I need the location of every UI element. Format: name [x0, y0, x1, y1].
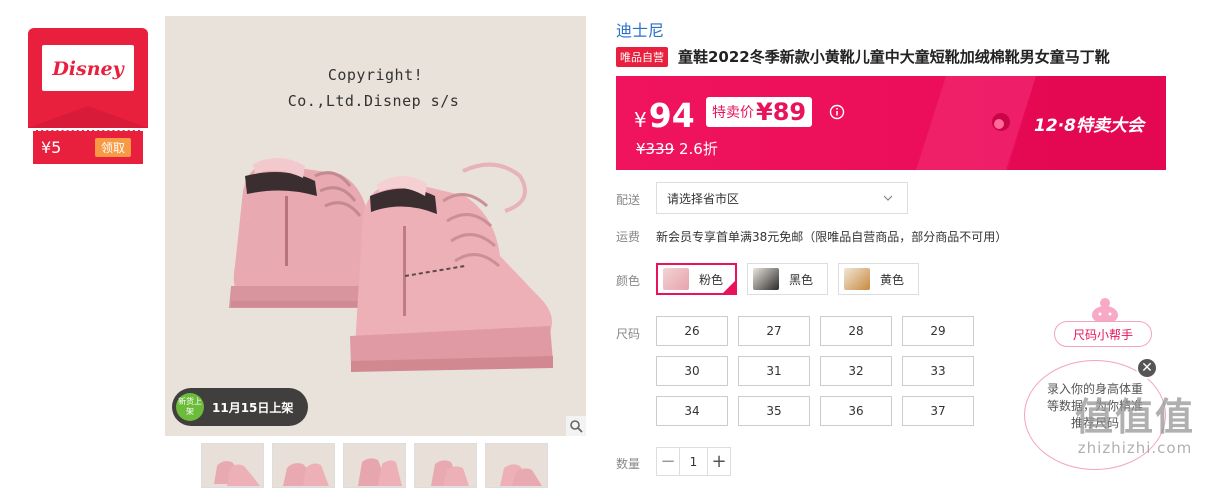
coupon-amount: ¥5 [41, 138, 62, 157]
thumbnail-image [431, 460, 469, 486]
listing-date-badge: 新货上架 11月15日上架 [172, 388, 308, 426]
coupon-header: Disney [28, 28, 148, 128]
black-swatch [753, 268, 779, 290]
freight-label: 运费 [616, 230, 641, 244]
region-select[interactable]: 请选择省市区 [656, 182, 908, 214]
site-watermark: 值值值 zhizhizhi.com [1064, 395, 1206, 457]
color-option-yellow[interactable]: 黄色 [838, 263, 919, 295]
size-label: 尺码 [616, 327, 641, 341]
size-option[interactable]: 28 [820, 316, 892, 346]
delivery-label: 配送 [616, 193, 641, 207]
size-option[interactable]: 27 [738, 316, 810, 346]
main-product-image[interactable]: Copyright! Co.,Ltd.Disnep s/s 新货上架 11月15… [165, 16, 586, 436]
color-label: 颜色 [616, 274, 641, 288]
special-price-value: ¥89 [756, 98, 807, 126]
close-icon[interactable]: ✕ [1136, 357, 1158, 379]
size-option[interactable]: 34 [656, 396, 728, 426]
color-option-label: 粉色 [699, 272, 724, 287]
chevron-down-icon [883, 195, 893, 201]
brand-coupon[interactable]: Disney ¥5 领取 [28, 28, 148, 164]
decrease-button[interactable]: − [657, 448, 679, 475]
freight-text: 新会员专享首单满38元免邮（限唯品自营商品，部分商品不可用） [656, 230, 1008, 244]
color-option-pink[interactable]: 粉色 [656, 263, 737, 295]
image-watermark-line1: Copyright! [327, 66, 424, 84]
current-price: ¥ 94 [634, 96, 695, 135]
size-option[interactable]: 26 [656, 316, 728, 346]
size-option[interactable]: 32 [820, 356, 892, 386]
coupon-footer: ¥5 领取 [33, 130, 143, 164]
size-option[interactable]: 35 [738, 396, 810, 426]
new-arrival-icon: 新货上架 [176, 393, 204, 421]
size-option[interactable]: 33 [902, 356, 974, 386]
increase-button[interactable]: + [708, 448, 730, 475]
size-helper-button[interactable]: 尺码小帮手 [1054, 321, 1152, 347]
thumbnail-1[interactable] [201, 443, 264, 488]
original-price: ¥339 [636, 140, 675, 158]
special-price-label: 特卖价 [712, 105, 754, 121]
thumbnail-image [214, 461, 260, 486]
quantity-label: 数量 [616, 457, 641, 471]
yellow-swatch [844, 268, 870, 290]
title-row: 唯品自营 童鞋2022冬季新款小黄靴儿童中大童短靴加绒棉靴男女童马丁靴 [616, 46, 1110, 67]
size-option[interactable]: 31 [738, 356, 810, 386]
disney-logo: Disney [42, 45, 134, 91]
listing-date-text: 11月15日上架 [212, 400, 294, 415]
thumbnail-image [358, 458, 402, 486]
thumbnail-3[interactable] [343, 443, 406, 488]
original-price-row: ¥339 2.6折 [636, 138, 718, 159]
selected-check-icon [722, 280, 736, 294]
site-watermark-logo: 值值值 [1074, 395, 1195, 439]
brand-link[interactable]: 迪士尼 [616, 17, 664, 41]
image-watermark-line2: Co.,Ltd.Disnep s/s [287, 92, 460, 110]
currency-symbol: ¥ [634, 108, 647, 132]
size-option[interactable]: 30 [656, 356, 728, 386]
region-select-value: 请选择省市区 [667, 191, 740, 206]
size-option[interactable]: 29 [902, 316, 974, 346]
self-operated-tag: 唯品自营 [616, 46, 668, 67]
product-title: 童鞋2022冬季新款小黄靴儿童中大童短靴加绒棉靴男女童马丁靴 [678, 48, 1110, 66]
claim-coupon-button[interactable]: 领取 [94, 138, 131, 157]
size-option[interactable]: 36 [820, 396, 892, 426]
info-icon[interactable] [829, 104, 845, 120]
thumbnail-5[interactable] [485, 443, 548, 488]
discount-rate: 2.6折 [678, 140, 718, 158]
mascot-icon [1092, 298, 1118, 324]
pink-swatch [663, 268, 689, 290]
site-watermark-url: zhizhizhi.com [1077, 439, 1193, 457]
promo-event-name[interactable]: 12·8特卖大会 [1034, 111, 1144, 136]
size-option[interactable]: 37 [902, 396, 974, 426]
thumbnail-2[interactable] [272, 443, 335, 488]
quantity-input[interactable]: 1 [679, 448, 708, 475]
svg-text:Disney: Disney [51, 58, 125, 80]
price-banner: ¥ 94 特卖价 ¥89 ¥339 2.6折 12·8特卖大会 [616, 76, 1166, 170]
current-price-value: 94 [648, 96, 695, 135]
color-option-label: 黑色 [789, 272, 814, 287]
quantity-stepper: − 1 + [656, 447, 731, 476]
thumbnail-image [500, 464, 542, 486]
disney-logo-image: Disney [51, 58, 125, 80]
thumbnail-image [283, 463, 329, 486]
color-option-label: 黄色 [880, 272, 905, 287]
magnifier-icon [570, 420, 583, 433]
zoom-icon[interactable] [566, 416, 586, 436]
special-price-tag: 特卖价 ¥89 [706, 97, 813, 127]
thumbnail-4[interactable] [414, 443, 477, 488]
color-option-black[interactable]: 黑色 [747, 263, 828, 295]
